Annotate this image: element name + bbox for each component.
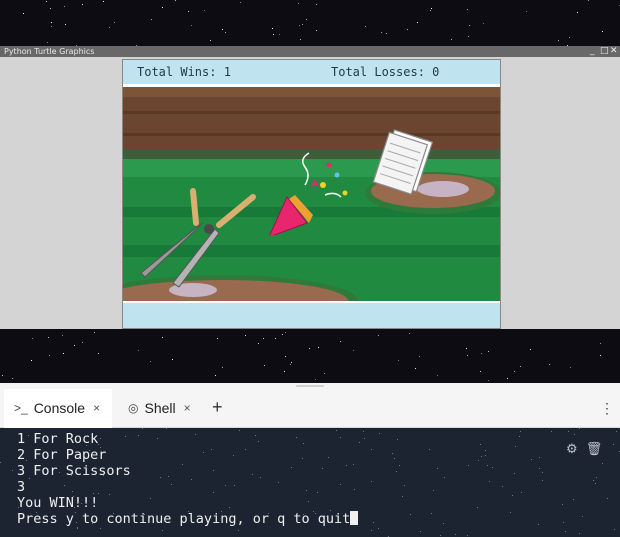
text-cursor[interactable]	[350, 511, 359, 525]
hedge-shears-icon	[140, 188, 256, 288]
window-title: Python Turtle Graphics	[4, 47, 95, 56]
console-line: 2 For Paper	[17, 447, 107, 463]
console-output: 1 For Rock 2 For Paper 3 For Scissors 3 You …	[17, 431, 359, 527]
console-line: 3	[17, 479, 26, 495]
total-losses-label: Total Losses: 0	[331, 65, 440, 79]
console-line: 1 For Rock	[17, 431, 99, 447]
tab-console-label: Console	[33, 400, 86, 416]
splitter-handle[interactable]	[296, 385, 324, 387]
tab-shell-label: Shell	[144, 400, 176, 416]
turtle-canvas[interactable]: Total Wins: 1 Total Losses: 0	[122, 59, 501, 329]
paper-stack-icon	[372, 129, 434, 195]
party-popper-icon	[269, 152, 348, 235]
console-prompt: Press y to continue playing, or q to qui…	[17, 511, 351, 527]
canvas-bottom-bar	[123, 303, 500, 328]
tab-shell[interactable]: ◎ Shell ×	[118, 389, 208, 427]
maximize-button[interactable]: □	[600, 46, 609, 57]
add-tab-button[interactable]: +	[212, 398, 223, 416]
close-tab-shell-icon[interactable]: ×	[184, 401, 191, 415]
close-tab-console-icon[interactable]: ×	[93, 401, 100, 415]
battle-scene	[123, 87, 500, 301]
settings-icon[interactable]: ⚙	[566, 442, 578, 457]
terminal-icon: >_	[14, 401, 28, 415]
scoreboard: Total Wins: 1 Total Losses: 0	[123, 60, 500, 84]
shell-icon: ◎	[128, 401, 139, 415]
trash-icon[interactable]: 🗑	[586, 442, 603, 457]
close-button[interactable]: ✕	[610, 46, 618, 57]
console-line: 3 For Scissors	[17, 463, 131, 479]
turtle-window: Python Turtle Graphics _ □ ✕ Total Wins:…	[0, 46, 620, 329]
total-wins-label: Total Wins: 1	[137, 65, 231, 79]
minimize-button[interactable]: _	[590, 46, 595, 57]
more-options-icon[interactable]: ⋮	[600, 400, 614, 417]
console-pane[interactable]: 1 For Rock 2 For Paper 3 For Scissors 3 You …	[0, 428, 620, 537]
tab-bar: >_ Console × ◎ Shell × + ⋮	[0, 389, 620, 429]
console-tools: ⚙ 🗑	[566, 442, 602, 457]
turtle-titlebar[interactable]: Python Turtle Graphics _ □ ✕	[0, 46, 620, 57]
console-line: You WIN!!!	[17, 495, 99, 511]
tab-console[interactable]: >_ Console ×	[4, 389, 112, 429]
